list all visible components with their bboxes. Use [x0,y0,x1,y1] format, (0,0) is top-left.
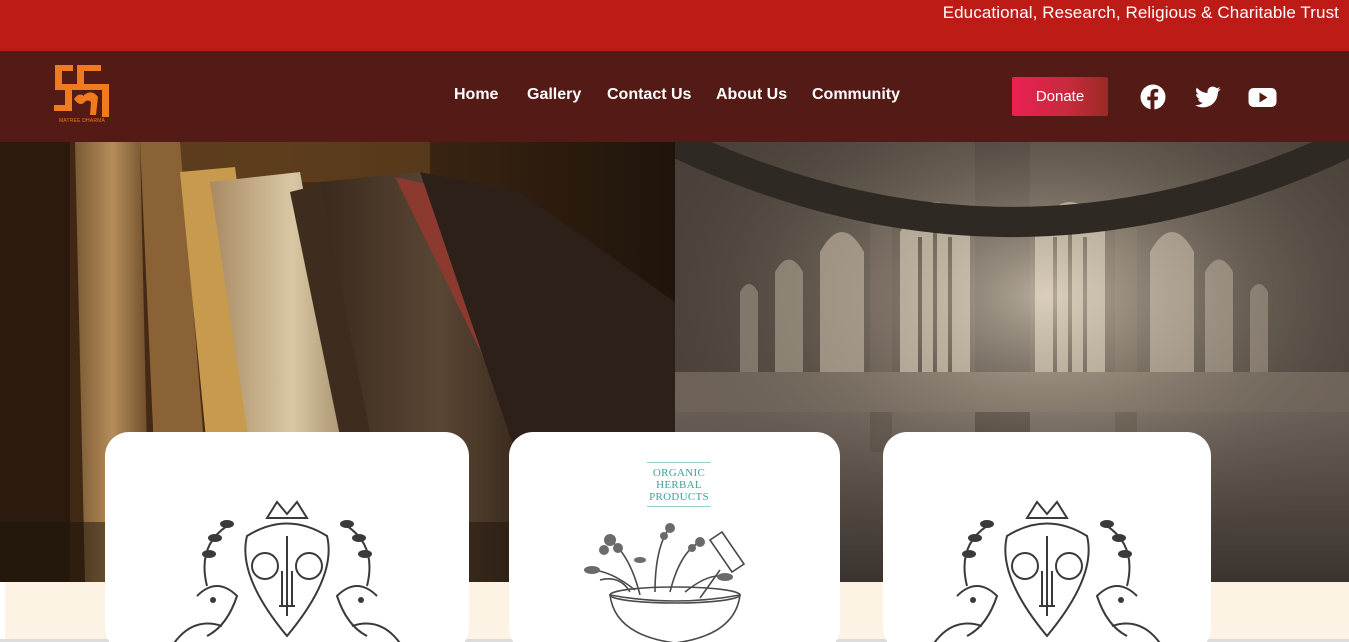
nav-community[interactable]: Community [812,86,900,104]
herbs-mortar-icon [583,523,745,642]
nav-about-us[interactable]: About Us [716,86,787,104]
organic-herbal-products-label: ORGANIC HERBAL PRODUCTS [647,462,711,507]
logo-text: MATREE DHARMA [58,118,106,124]
top-bar: Educational, Research, Religious & Chari… [0,0,1349,51]
nav-gallery[interactable]: Gallery [527,86,581,104]
facebook-icon[interactable] [1140,84,1166,110]
logo-symbol-icon [54,65,109,117]
service-card-1[interactable] [105,432,469,642]
site-header: MATREE DHARMA Home Gallery Contact Us Ab… [0,51,1349,142]
youtube-icon[interactable] [1248,84,1277,110]
twitter-icon[interactable] [1195,84,1221,110]
trust-tagline: Educational, Research, Religious & Chari… [942,3,1339,22]
site-logo[interactable]: MATREE DHARMA [54,65,110,127]
donate-button[interactable]: Donate [1012,77,1108,116]
nav-home[interactable]: Home [454,86,498,104]
service-card-organic-herbal-products[interactable]: ORGANIC HERBAL PRODUCTS [509,432,840,642]
emblem-icon [173,500,401,642]
emblem-icon [933,500,1161,642]
service-card-3[interactable] [883,432,1211,642]
nav-contact-us[interactable]: Contact Us [607,86,691,104]
cream-left-edge [0,582,5,642]
